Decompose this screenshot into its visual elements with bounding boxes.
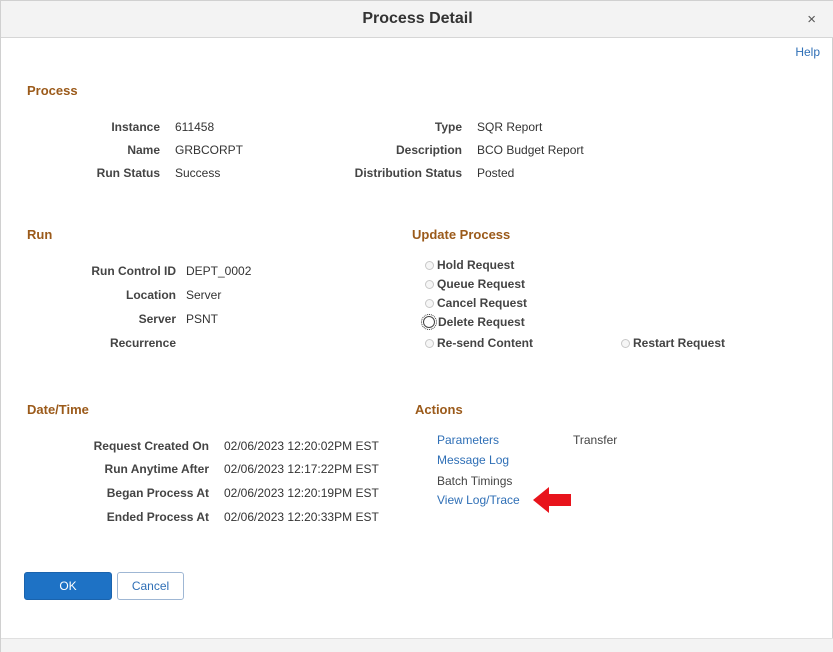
run-status-label: Run Status [96,166,160,180]
description-value: BCO Budget Report [477,143,584,157]
restart-request-label: Restart Request [633,336,726,350]
cancel-button[interactable]: Cancel [117,572,184,600]
cancel-request-label: Cancel Request [437,296,528,310]
ended-process-value: 02/06/2023 12:20:33PM EST [224,510,379,524]
radio-icon[interactable] [621,338,630,348]
process-section-title: Process [27,83,78,98]
ok-button[interactable]: OK [24,572,112,600]
distribution-status-label: Distribution Status [354,166,462,180]
instance-value: 611458 [175,120,215,134]
left-arrow-icon [533,487,571,513]
queue-request-label: Queue Request [437,277,526,291]
close-icon[interactable]: × [807,11,816,28]
hold-request-label: Hold Request [437,258,515,272]
hold-request-radio[interactable]: Hold Request [425,258,514,272]
request-created-value: 02/06/2023 12:20:02PM EST [224,439,379,453]
run-anytime-label: Run Anytime After [104,462,209,476]
batch-timings-text: Batch Timings [437,474,513,488]
radio-icon[interactable] [425,279,434,289]
parameters-link[interactable]: Parameters [437,433,499,447]
process-detail-dialog: Process Detail × Help Process Instance 6… [0,0,833,652]
cancel-request-radio[interactable]: Cancel Request [425,296,527,310]
help-link[interactable]: Help [795,45,820,59]
dialog-title: Process Detail [362,10,473,27]
radio-icon[interactable] [421,314,437,330]
instance-label: Instance [111,120,160,134]
delete-request-radio[interactable]: Delete Request [421,314,525,330]
recurrence-label: Recurrence [109,336,176,350]
run-anytime-value: 02/06/2023 12:17:22PM EST [224,462,379,476]
request-created-label: Request Created On [93,439,209,453]
name-label: Name [127,143,160,157]
distribution-status-value: Posted [477,166,515,180]
run-control-id-value: DEPT_0002 [186,264,252,278]
began-process-value: 02/06/2023 12:20:19PM EST [224,486,379,500]
queue-request-radio[interactable]: Queue Request [425,277,525,291]
title-bar: Process Detail × [1,1,833,38]
resend-content-label: Re-send Content [437,336,533,350]
resend-content-radio[interactable]: Re-send Content [425,336,533,350]
message-log-link[interactable]: Message Log [437,453,509,467]
view-log-trace-link[interactable]: View Log/Trace [437,493,520,507]
actions-section-title: Actions [415,402,463,417]
location-value: Server [186,288,222,302]
restart-request-radio[interactable]: Restart Request [621,336,725,350]
run-section-title: Run [27,227,53,242]
radio-icon[interactable] [425,338,434,348]
run-status-value: Success [175,166,221,180]
location-label: Location [126,288,176,302]
delete-request-label: Delete Request [438,315,525,329]
run-control-id-label: Run Control ID [91,264,176,278]
dialog-footer [1,638,833,652]
server-value: PSNT [186,312,219,326]
ended-process-label: Ended Process At [106,510,209,524]
transfer-text: Transfer [573,433,618,447]
began-process-label: Began Process At [106,486,209,500]
radio-icon[interactable] [425,298,434,308]
type-label: Type [434,120,462,134]
server-label: Server [138,312,176,326]
update-process-section-title: Update Process [412,227,511,242]
description-label: Description [395,143,462,157]
radio-icon[interactable] [425,260,434,270]
datetime-section-title: Date/Time [27,402,89,417]
name-value: GRBCORPT [175,143,244,157]
type-value: SQR Report [477,120,543,134]
